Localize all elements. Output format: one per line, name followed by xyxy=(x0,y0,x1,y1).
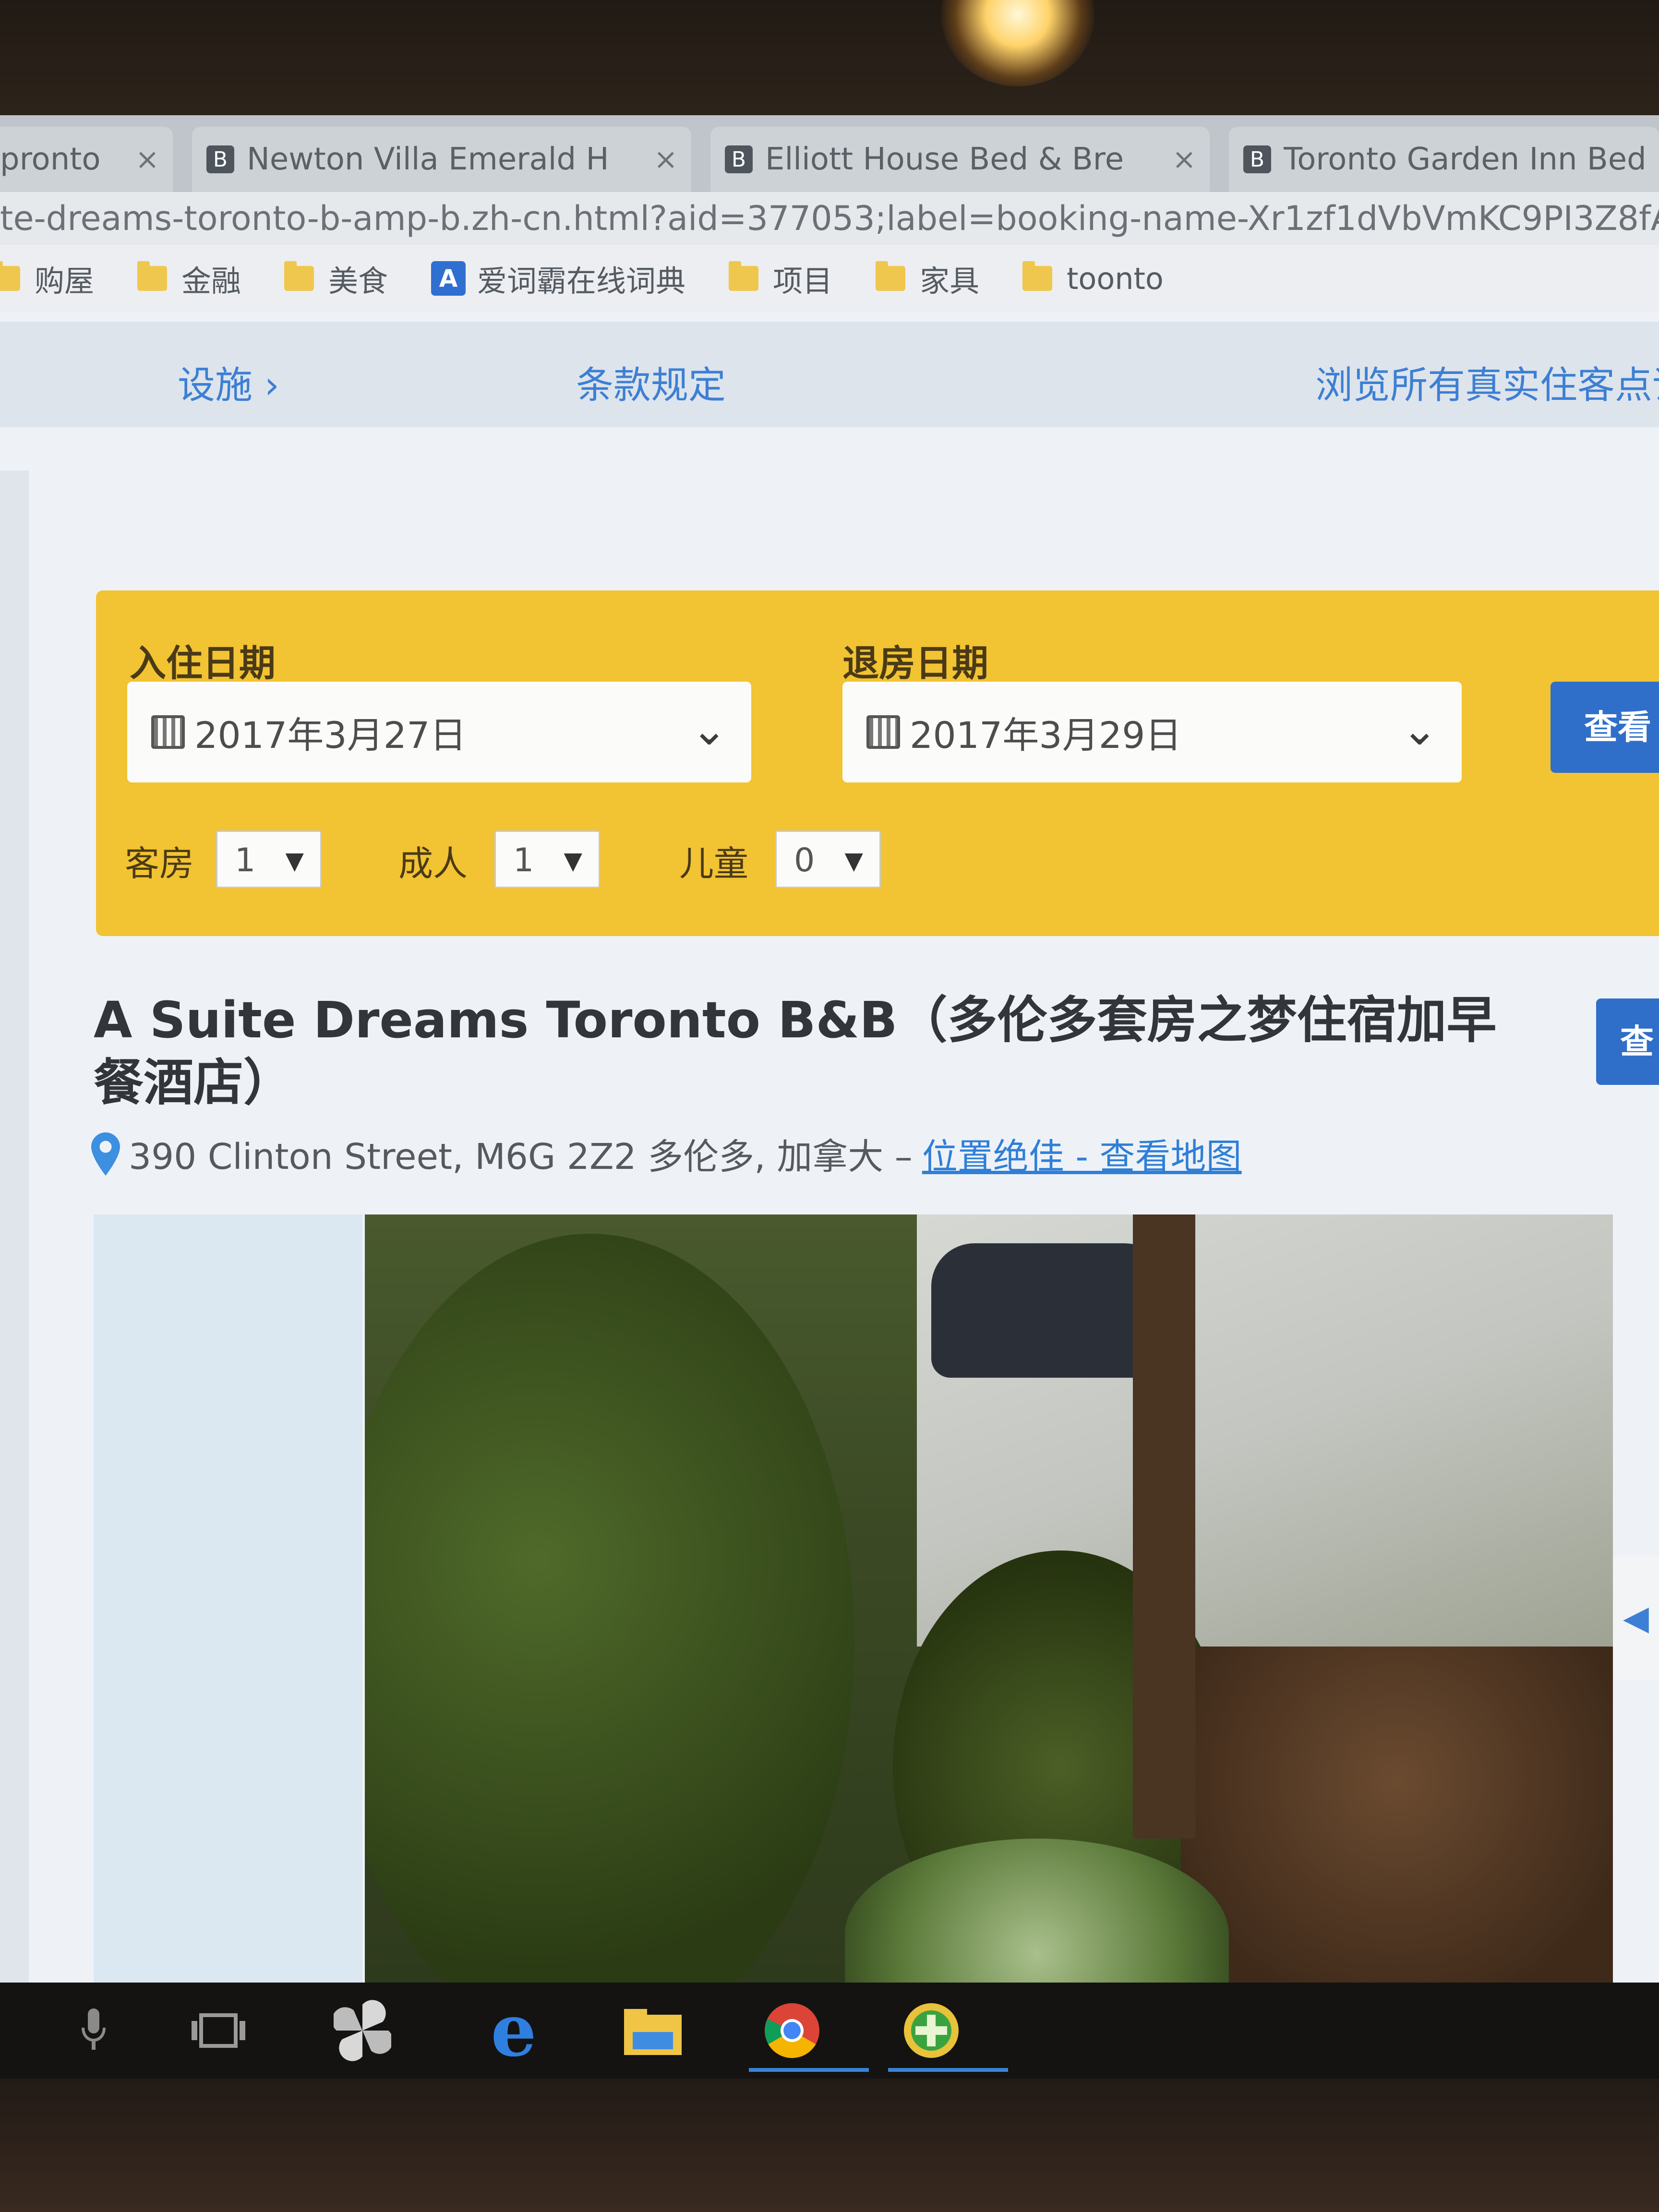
check-availability-button[interactable]: 查看 xyxy=(1551,682,1659,773)
screen: pronto × B Newton Villa Emerald H × B El… xyxy=(0,115,1659,1983)
calendar-icon xyxy=(866,715,900,749)
hotel-section-nav: 设施 › 条款规定 浏览所有真实住客点评 xyxy=(0,322,1659,427)
bookmark-folder[interactable]: 购屋 xyxy=(0,257,94,300)
folder-icon xyxy=(1022,261,1053,291)
reserve-button[interactable]: 查 xyxy=(1596,998,1659,1085)
bookmark-label: toonto xyxy=(1067,261,1164,296)
photo-mulch xyxy=(1181,1647,1613,1983)
dropdown-arrow-icon: ▼ xyxy=(564,847,582,875)
rooms-value: 1 xyxy=(235,842,256,879)
bookmark-folder[interactable]: 家具 xyxy=(876,257,979,300)
tab-2[interactable]: B Newton Villa Emerald H × xyxy=(192,127,691,192)
dropdown-arrow-icon: ▼ xyxy=(285,847,304,875)
hotel-address: 390 Clinton Street, M6G 2Z2 多伦多, 加拿大 – 位… xyxy=(91,1128,1242,1179)
chevron-down-icon: ⌄ xyxy=(691,705,727,755)
bookmark-label: 美食 xyxy=(328,264,388,299)
tab-title: Elliott House Bed & Bre xyxy=(765,142,1124,177)
bookmark-folder[interactable]: 美食 xyxy=(284,257,388,300)
location-pin-icon xyxy=(91,1132,120,1176)
folder-icon xyxy=(137,261,168,291)
chevron-left-icon: ◀ xyxy=(1623,1598,1649,1637)
adults-label: 成人 xyxy=(398,843,468,884)
left-sidebar xyxy=(0,470,29,1983)
pinwheel-app-icon[interactable] xyxy=(334,2000,391,2061)
close-icon[interactable]: × xyxy=(1172,143,1196,176)
checkin-date-select[interactable]: 2017年3月27日 ⌄ xyxy=(127,682,751,782)
checkin-label: 入住日期 xyxy=(130,642,276,685)
photo-bush xyxy=(365,1234,854,1983)
bookmark-folder[interactable]: 项目 xyxy=(729,257,832,300)
tab-4[interactable]: B Toronto Garden Inn Bed xyxy=(1229,127,1659,192)
booking-favicon-icon: B xyxy=(206,145,234,173)
chevron-down-icon: ⌄ xyxy=(1401,705,1438,755)
checkout-date-value: 2017年3月29日 xyxy=(910,714,1182,757)
address-text: 390 Clinton Street, M6G 2Z2 多伦多, 加拿大 – xyxy=(129,1136,913,1178)
bookmark-dictionary[interactable]: A 爱词霸在线词典 xyxy=(431,257,685,300)
calendar-icon xyxy=(151,715,185,749)
nav-policies-link[interactable]: 条款规定 xyxy=(576,355,726,409)
tab-3[interactable]: B Elliott House Bed & Bre × xyxy=(710,127,1210,192)
tab-bar: pronto × B Newton Villa Emerald H × B El… xyxy=(0,115,1659,192)
rooms-label: 客房 xyxy=(125,843,194,884)
tab-title: Newton Villa Emerald H xyxy=(247,142,609,177)
dictionary-icon: A xyxy=(431,261,466,296)
task-view-icon[interactable] xyxy=(190,2002,247,2059)
nav-facilities-link[interactable]: 设施 › xyxy=(178,355,279,409)
address-bar[interactable]: te-dreams-toronto-b-amp-b.zh-cn.html?aid… xyxy=(0,192,1659,245)
bookmark-label: 金融 xyxy=(181,264,241,299)
tab-title: Toronto Garden Inn Bed xyxy=(1284,142,1647,177)
bookmark-label: 爱词霸在线词典 xyxy=(477,264,686,299)
folder-icon xyxy=(284,261,314,291)
tab-1[interactable]: pronto × xyxy=(0,127,173,192)
hotel-photo[interactable] xyxy=(365,1214,1613,1983)
green-app-icon[interactable] xyxy=(888,2002,1008,2072)
active-app-indicator xyxy=(888,2068,1008,2072)
adults-value: 1 xyxy=(513,842,534,879)
bookmark-label: 家具 xyxy=(920,264,980,299)
checkin-date-value: 2017年3月27日 xyxy=(194,714,467,757)
desk-surface xyxy=(0,2079,1659,2212)
edge-icon[interactable]: e xyxy=(485,1988,542,2073)
checkout-date-select[interactable]: 2017年3月29日 ⌄ xyxy=(842,682,1462,782)
children-value: 0 xyxy=(794,842,815,879)
children-label: 儿童 xyxy=(679,843,749,884)
checkout-label: 退房日期 xyxy=(842,642,988,685)
bookmark-folder[interactable]: toonto xyxy=(1022,261,1164,296)
bookmark-label: 项目 xyxy=(773,264,833,299)
availability-search-panel: 入住日期 2017年3月27日 ⌄ 退房日期 2017年3月29日 ⌄ 查看 客… xyxy=(96,590,1659,936)
chrome-icon[interactable] xyxy=(749,2002,869,2072)
adults-select[interactable]: 1 ▼ xyxy=(494,830,600,888)
close-icon[interactable]: × xyxy=(135,143,159,176)
booking-favicon-icon: B xyxy=(1243,145,1271,173)
monitor-bezel xyxy=(0,0,1659,120)
file-explorer-icon[interactable] xyxy=(624,2002,682,2059)
bookmark-folder[interactable]: 金融 xyxy=(137,257,241,300)
gallery-thumbnail-panel xyxy=(94,1214,362,1983)
folder-icon xyxy=(0,261,20,291)
windows-taskbar: e xyxy=(0,1983,1659,2079)
folder-icon xyxy=(729,261,759,291)
booking-favicon-icon: B xyxy=(725,145,753,173)
nav-reviews-link[interactable]: 浏览所有真实住客点评 xyxy=(1315,355,1659,409)
hotel-name-heading: A Suite Dreams Toronto B&B（多伦多套房之梦住宿加早餐酒… xyxy=(94,991,1497,1112)
children-select[interactable]: 0 ▼ xyxy=(775,830,881,888)
gallery-prev-button[interactable]: ◀ xyxy=(1613,1555,1659,1680)
dropdown-arrow-icon: ▼ xyxy=(844,847,863,875)
microphone-icon[interactable] xyxy=(65,2002,122,2059)
photo-tree-trunk xyxy=(1133,1214,1195,1839)
tab-title: pronto xyxy=(0,142,101,177)
bookmark-label: 购屋 xyxy=(35,264,95,299)
bookmarks-bar: 购屋 金融 美食 A 爱词霸在线词典 项目 家具 toonto xyxy=(0,245,1659,312)
rooms-select[interactable]: 1 ▼ xyxy=(216,830,322,888)
close-icon[interactable]: × xyxy=(654,143,678,176)
active-app-indicator xyxy=(749,2068,869,2072)
folder-icon xyxy=(876,261,906,291)
url-text: te-dreams-toronto-b-amp-b.zh-cn.html?aid… xyxy=(0,199,1659,238)
view-map-link[interactable]: 位置绝佳 - 查看地图 xyxy=(922,1128,1242,1179)
